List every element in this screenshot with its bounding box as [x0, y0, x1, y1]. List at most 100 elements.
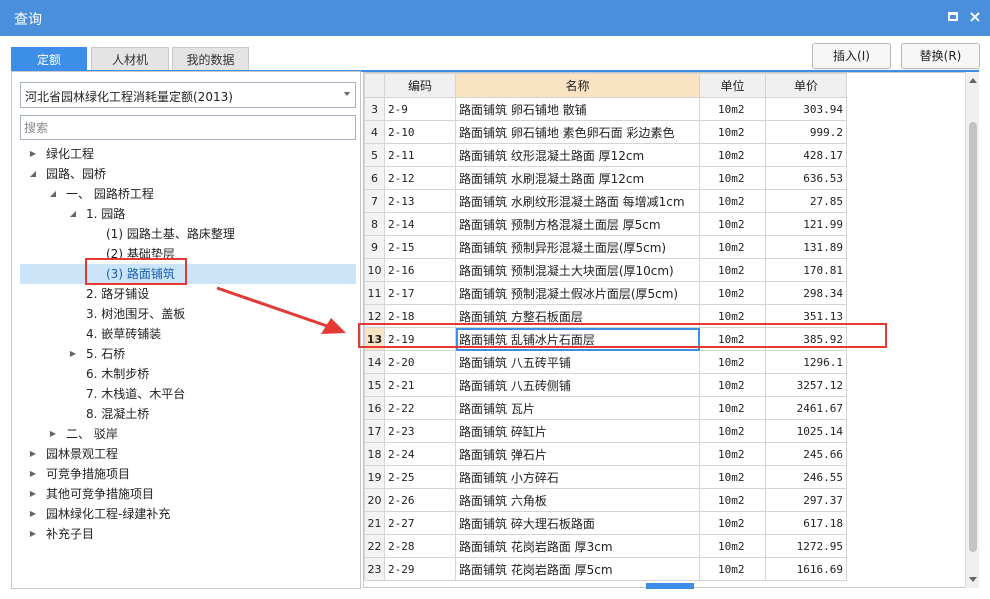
cell-code[interactable]: 2-20	[384, 350, 456, 374]
cell-no[interactable]: 6	[364, 166, 385, 190]
cell-name[interactable]: 路面铺筑 预制混凝土大块面层(厚10cm)	[455, 258, 700, 282]
tree-node[interactable]: 7. 木栈道、木平台	[68, 384, 185, 404]
cell-unit[interactable]: 10m2	[699, 534, 766, 558]
cell-price[interactable]: 3257.12	[765, 373, 847, 397]
cell-no[interactable]: 5	[364, 143, 385, 167]
cell-code[interactable]: 2-10	[384, 120, 456, 144]
cell-code[interactable]: 2-18	[384, 304, 456, 328]
cell-price[interactable]: 2461.67	[765, 396, 847, 420]
cell-no[interactable]: 3	[364, 97, 385, 121]
cell-code[interactable]: 2-12	[384, 166, 456, 190]
cell-unit[interactable]: 10m2	[699, 419, 766, 443]
caret-right-icon[interactable]: ▶	[28, 464, 38, 484]
cell-name[interactable]: 路面铺筑 六角板	[455, 488, 700, 512]
cell-name[interactable]: 路面铺筑 乱铺冰片石面层	[455, 327, 700, 351]
cell-unit[interactable]: 10m2	[699, 373, 766, 397]
table-row[interactable]: 22 2-28 路面铺筑 花岗岩路面 厚3cm 10m2 1272.95	[364, 534, 847, 558]
cell-price[interactable]: 245.66	[765, 442, 847, 466]
insert-button[interactable]: 插入(I)	[812, 43, 891, 69]
tree-node[interactable]: (3) 路面铺筑	[20, 264, 356, 284]
cell-no[interactable]: 20	[364, 488, 385, 512]
cell-no[interactable]: 12	[364, 304, 385, 328]
tab-materials[interactable]: 人材机	[91, 47, 169, 71]
caret-down-icon[interactable]: ◢	[68, 204, 78, 224]
cell-price[interactable]: 1296.1	[765, 350, 847, 374]
cell-name[interactable]: 路面铺筑 小方碎石	[455, 465, 700, 489]
cell-price[interactable]: 617.18	[765, 511, 847, 535]
column-header-price[interactable]: 单价	[765, 73, 847, 98]
splitter-handle[interactable]	[646, 583, 694, 589]
cell-code[interactable]: 2-27	[384, 511, 456, 535]
table-row[interactable]: 21 2-27 路面铺筑 碎大理石板路面 10m2 617.18	[364, 511, 847, 535]
cell-unit[interactable]: 10m2	[699, 97, 766, 121]
cell-unit[interactable]: 10m2	[699, 258, 766, 282]
cell-name[interactable]: 路面铺筑 卵石铺地 散铺	[455, 97, 700, 121]
cell-no[interactable]: 17	[364, 419, 385, 443]
cell-price[interactable]: 1616.69	[765, 557, 847, 581]
table-row[interactable]: 7 2-13 路面铺筑 水刷纹形混凝土路面 每增减1cm 10m2 27.85	[364, 189, 847, 213]
cell-no[interactable]: 18	[364, 442, 385, 466]
table-row[interactable]: 17 2-23 路面铺筑 碎缸片 10m2 1025.14	[364, 419, 847, 443]
cell-name[interactable]: 路面铺筑 预制混凝土假冰片面层(厚5cm)	[455, 281, 700, 305]
tree-node[interactable]: ▶ 5. 石桥	[68, 344, 125, 364]
cell-no[interactable]: 8	[364, 212, 385, 236]
cell-code[interactable]: 2-17	[384, 281, 456, 305]
table-row[interactable]: 14 2-20 路面铺筑 八五砖平铺 10m2 1296.1	[364, 350, 847, 374]
table-row[interactable]: 16 2-22 路面铺筑 瓦片 10m2 2461.67	[364, 396, 847, 420]
cell-price[interactable]: 1272.95	[765, 534, 847, 558]
table-row[interactable]: 19 2-25 路面铺筑 小方碎石 10m2 246.55	[364, 465, 847, 489]
cell-no[interactable]: 9	[364, 235, 385, 259]
tree-node[interactable]: 6. 木制步桥	[68, 364, 149, 384]
cell-name[interactable]: 路面铺筑 八五砖平铺	[455, 350, 700, 374]
cell-no[interactable]: 16	[364, 396, 385, 420]
cell-unit[interactable]: 10m2	[699, 511, 766, 535]
tree-node[interactable]: ▶ 园林绿化工程-绿建补充	[28, 504, 170, 524]
column-header-name[interactable]: 名称	[455, 73, 700, 98]
cell-price[interactable]: 297.37	[765, 488, 847, 512]
replace-button[interactable]: 替换(R)	[901, 43, 980, 69]
cell-price[interactable]: 131.89	[765, 235, 847, 259]
cell-unit[interactable]: 10m2	[699, 143, 766, 167]
cell-no[interactable]: 10	[364, 258, 385, 282]
close-button[interactable]: ×	[966, 8, 984, 26]
cell-code[interactable]: 2-9	[384, 97, 456, 121]
cell-code[interactable]: 2-28	[384, 534, 456, 558]
cell-price[interactable]: 246.55	[765, 465, 847, 489]
tree-node[interactable]: 2. 路牙铺设	[68, 284, 149, 304]
cell-name[interactable]: 路面铺筑 卵石铺地 素色卵石面 彩边素色	[455, 120, 700, 144]
cell-price[interactable]: 121.99	[765, 212, 847, 236]
cell-name[interactable]: 路面铺筑 水刷纹形混凝土路面 每增减1cm	[455, 189, 700, 213]
cell-price[interactable]: 636.53	[765, 166, 847, 190]
cell-name[interactable]: 路面铺筑 水刷混凝土路面 厚12cm	[455, 166, 700, 190]
table-row[interactable]: 5 2-11 路面铺筑 纹形混凝土路面 厚12cm 10m2 428.17	[364, 143, 847, 167]
tree-node[interactable]: 3. 树池围牙、盖板	[68, 304, 185, 324]
cell-no[interactable]: 13	[364, 327, 385, 351]
table-row[interactable]: 3 2-9 路面铺筑 卵石铺地 散铺 10m2 303.94	[364, 97, 847, 121]
cell-code[interactable]: 2-23	[384, 419, 456, 443]
cell-price[interactable]: 27.85	[765, 189, 847, 213]
cell-code[interactable]: 2-24	[384, 442, 456, 466]
cell-name[interactable]: 路面铺筑 预制方格混凝土面层 厚5cm	[455, 212, 700, 236]
caret-down-icon[interactable]: ◢	[28, 164, 38, 184]
tree-node[interactable]: ▶ 二、 驳岸	[48, 424, 118, 444]
cell-name[interactable]: 路面铺筑 瓦片	[455, 396, 700, 420]
table-row[interactable]: 20 2-26 路面铺筑 六角板 10m2 297.37	[364, 488, 847, 512]
table-row[interactable]: 4 2-10 路面铺筑 卵石铺地 素色卵石面 彩边素色 10m2 999.2	[364, 120, 847, 144]
cell-unit[interactable]: 10m2	[699, 465, 766, 489]
cell-code[interactable]: 2-29	[384, 557, 456, 581]
tree-node[interactable]: ▶ 其他可竞争措施项目	[28, 484, 154, 504]
tree-node[interactable]: 8. 混凝土桥	[68, 404, 149, 424]
table-row[interactable]: 8 2-14 路面铺筑 预制方格混凝土面层 厚5cm 10m2 121.99	[364, 212, 847, 236]
cell-name[interactable]: 路面铺筑 方整石板面层	[455, 304, 700, 328]
table-row[interactable]: 6 2-12 路面铺筑 水刷混凝土路面 厚12cm 10m2 636.53	[364, 166, 847, 190]
caret-right-icon[interactable]: ▶	[28, 484, 38, 504]
tree-node[interactable]: (1) 园路土基、路床整理	[88, 224, 235, 244]
tree-node[interactable]: ◢ 园路、园桥	[28, 164, 106, 184]
cell-name[interactable]: 路面铺筑 碎缸片	[455, 419, 700, 443]
cell-unit[interactable]: 10m2	[699, 488, 766, 512]
cell-price[interactable]: 351.13	[765, 304, 847, 328]
cell-no[interactable]: 19	[364, 465, 385, 489]
caret-right-icon[interactable]: ▶	[28, 524, 38, 544]
search-input[interactable]	[20, 115, 356, 140]
tree-node[interactable]: ▶ 补充子目	[28, 524, 94, 544]
